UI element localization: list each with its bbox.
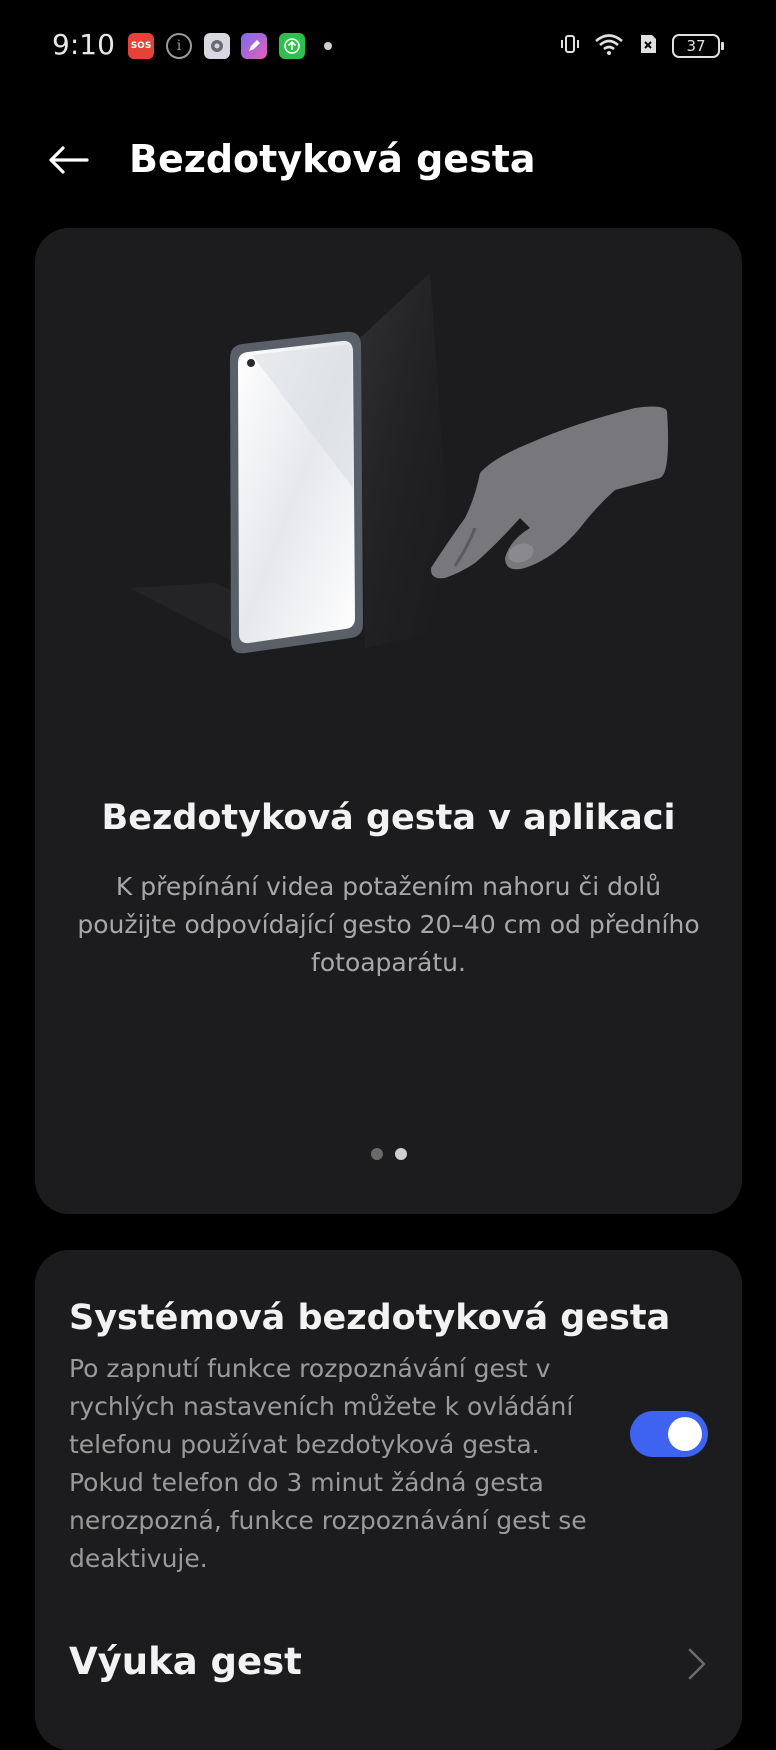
hand-illustration [430, 406, 669, 579]
intro-title: Bezdotyková gesta v aplikaci [101, 798, 676, 838]
arrow-left-icon [49, 146, 89, 174]
phone-illustration [230, 331, 363, 654]
system-gestures-title: Systémová bezdotyková gesta [69, 1298, 671, 1338]
gesture-illustration [130, 273, 669, 654]
page-title: Bezdotyková gesta [129, 137, 536, 181]
vibrate-icon [558, 32, 582, 60]
gesture-tutorial-label: Výuka gest [69, 1640, 302, 1683]
chevron-right-icon [682, 1644, 712, 1684]
wifi-icon [594, 32, 624, 60]
battery-icon: 37 [672, 34, 724, 58]
more-dot-icon [324, 42, 332, 50]
gesture-tutorial-row[interactable]: Výuka gest [35, 1622, 742, 1712]
app-header: Bezdotyková gesta [0, 120, 776, 200]
info-icon: i [166, 33, 192, 59]
system-gestures-toggle[interactable] [630, 1411, 708, 1457]
no-sim-icon [636, 32, 660, 60]
back-button[interactable] [46, 138, 90, 182]
settings-app-icon [204, 33, 230, 59]
status-time: 9:10 [52, 28, 115, 61]
pager-dot[interactable] [370, 1148, 383, 1160]
toggle-knob [668, 1417, 702, 1451]
intro-carousel-card[interactable]: Bezdotyková gesta v aplikaci K přepínání… [35, 228, 742, 1214]
system-gestures-description: Po zapnutí funkce rozpoznávání gest v ry… [69, 1354, 587, 1573]
pager-dot-active[interactable] [394, 1148, 407, 1160]
upload-app-icon [279, 33, 305, 59]
pen-app-icon [241, 33, 267, 59]
sos-icon: SOS [128, 33, 154, 59]
intro-description: K přepínání videa potažením nahoru či do… [77, 872, 700, 977]
carousel-pager [35, 1148, 742, 1160]
settings-card: Systémová bezdotyková gesta Po zapnutí f… [35, 1250, 742, 1750]
status-bar: 9:10 SOS i 37 [0, 0, 776, 95]
system-icons: 37 [558, 30, 724, 62]
